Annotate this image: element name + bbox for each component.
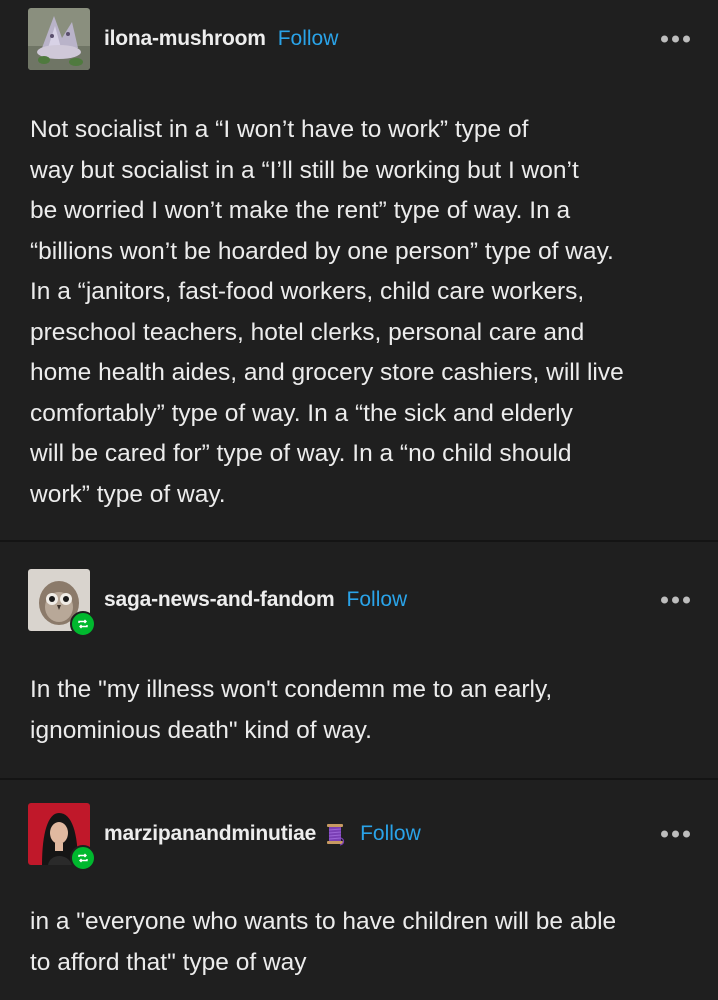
follow-button[interactable]: Follow	[347, 588, 408, 612]
follow-button[interactable]: Follow	[278, 27, 339, 51]
more-options-icon[interactable]	[661, 35, 690, 43]
post-line: work” type of way.	[30, 480, 226, 508]
username[interactable]: ilona-mushroom	[104, 27, 266, 51]
reblog-icon	[70, 845, 96, 871]
avatar[interactable]	[28, 569, 96, 637]
avatar[interactable]	[28, 8, 90, 70]
more-options-icon[interactable]	[661, 596, 690, 604]
more-options-icon[interactable]	[661, 830, 690, 838]
post-line: comfortably” type of way. In a “the sick…	[30, 399, 573, 427]
avatar[interactable]	[28, 803, 96, 871]
post: ilona-mushroom Follow Not socialist in a…	[0, 0, 718, 540]
post: marzipanandminutiae Follow in a "everyon…	[0, 778, 718, 1000]
post-line: be worried I won’t make the rent” type o…	[30, 197, 571, 224]
reblog-icon	[70, 611, 96, 637]
post-line: in a "everyone who wants to have childre…	[30, 908, 617, 935]
thread-spool-icon	[322, 821, 348, 847]
post-line: In the "my illness won't condemn me to a…	[30, 676, 553, 703]
post-line: “billions won’t be hoarded by one person…	[30, 237, 614, 265]
mushroom-avatar-icon	[28, 8, 90, 70]
post-body: In the "my illness won't condemn me to a…	[30, 670, 688, 751]
post-header: saga-news-and-fandom Follow	[28, 569, 690, 637]
username[interactable]: marzipanandminutiae	[104, 822, 316, 846]
post-line: In a “janitors, fast-food workers, child…	[30, 278, 585, 305]
post: saga-news-and-fandom Follow In the "my i…	[0, 540, 718, 778]
post-header: ilona-mushroom Follow	[28, 8, 690, 70]
post-body: Not socialist in a “I won’t have to work…	[30, 110, 688, 515]
follow-button[interactable]: Follow	[360, 822, 421, 846]
username[interactable]: saga-news-and-fandom	[104, 588, 335, 612]
post-line: to afford that" type of way	[30, 948, 307, 976]
post-line: Not socialist in a “I won’t have to work…	[30, 116, 529, 143]
post-header: marzipanandminutiae Follow	[28, 803, 690, 871]
post-line: way but socialist in a “I’ll still be wo…	[30, 156, 579, 184]
post-line: preschool teachers, hotel clerks, person…	[30, 318, 585, 346]
post-line: will be cared for” type of way. In a “no…	[30, 440, 572, 467]
post-line: home health aides, and grocery store cas…	[30, 359, 624, 386]
post-line: ignominious death" kind of way.	[30, 716, 372, 744]
post-body: in a "everyone who wants to have childre…	[30, 902, 688, 983]
